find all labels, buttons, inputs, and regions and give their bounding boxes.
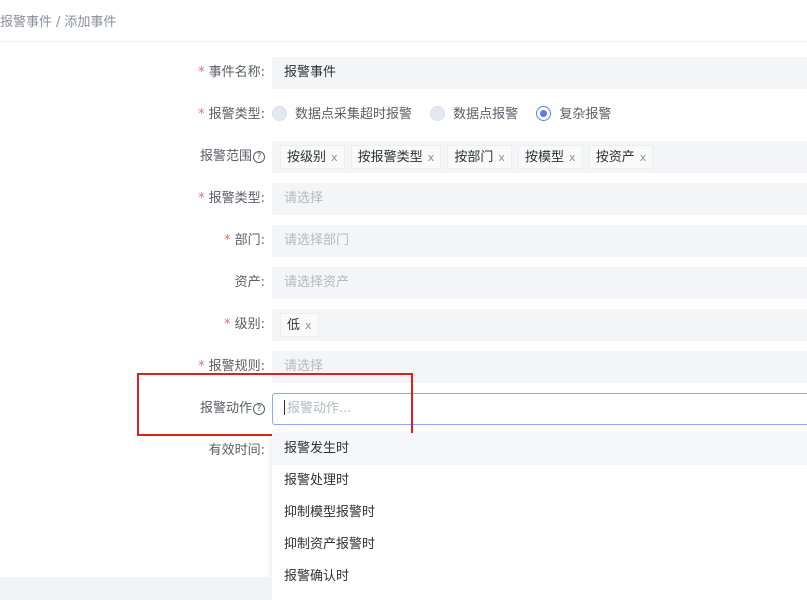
tag-close-icon[interactable]: x	[428, 151, 435, 164]
breadcrumb-separator: /	[56, 15, 61, 30]
level-tag: 低x	[280, 313, 319, 337]
radio-datapoint-alarm[interactable]: 数据点报警	[430, 99, 518, 131]
radio-circle-icon	[272, 106, 287, 121]
scope-tag: 按级别 x	[280, 145, 345, 169]
tag-close-icon[interactable]: x	[305, 319, 312, 332]
alarm-scope-label: 报警范围?	[200, 141, 265, 173]
footer-bar	[0, 577, 272, 600]
breadcrumb: 报警事件 / 添加事件	[0, 0, 807, 42]
alarm-type-label: * 报警类型:	[198, 191, 265, 206]
tag-close-icon[interactable]: x	[640, 151, 647, 164]
tag-close-icon[interactable]: x	[331, 151, 338, 164]
dropdown-item[interactable]: 抑制资产报警时	[272, 529, 807, 561]
breadcrumb-parent[interactable]: 报警事件	[0, 15, 52, 30]
form-row-level: * 级别: 低x	[0, 309, 807, 341]
alarm-scope-select[interactable]: 按级别 x 按报警类型 x 按部门 x 按模型 x 按资产 x	[272, 141, 807, 173]
department-select[interactable]: 请选择部门	[272, 225, 807, 257]
tag-close-icon[interactable]: x	[569, 151, 576, 164]
event-name-input[interactable]: 报警事件	[272, 57, 807, 89]
tag-close-icon[interactable]: x	[498, 151, 505, 164]
dropdown-item[interactable]: 报警确认时	[272, 561, 807, 593]
radio-checked-icon	[536, 106, 552, 121]
level-select[interactable]: 低x	[272, 309, 807, 341]
radio-timeout-alarm[interactable]: 数据点采集超时报警	[272, 99, 412, 131]
required-mark: *	[198, 65, 205, 80]
scope-tag: 按资产 x	[588, 145, 654, 169]
form-row-alarm-type: * 报警类型: 请选择	[0, 183, 807, 215]
required-mark: *	[224, 233, 231, 248]
alarm-kind-radio-group: 数据点采集超时报警 数据点报警 复杂报警	[272, 99, 625, 131]
radio-circle-icon	[430, 106, 446, 121]
alarm-action-dropdown: 报警发生时 报警处理时 抑制模型报警时 抑制资产报警时 报警确认时	[272, 433, 807, 600]
highlight-box	[137, 373, 413, 436]
required-mark: *	[198, 107, 205, 122]
asset-label: 资产:	[234, 275, 265, 290]
breadcrumb-current: 添加事件	[64, 15, 117, 30]
form-row-alarm-scope: 报警范围? 按级别 x 按报警类型 x 按部门 x 按模型 x 按资产 x	[0, 141, 807, 173]
alarm-kind-label: * 报警类型:	[198, 107, 265, 122]
dropdown-item[interactable]: 报警处理时	[272, 465, 807, 497]
event-name-label: * 事件名称:	[198, 65, 265, 80]
scope-tag: 按部门 x	[447, 145, 512, 169]
form-row-event-name: * 事件名称: 报警事件	[0, 57, 807, 89]
form-row-alarm-kind: * 报警类型: 数据点采集超时报警 数据点报警 复杂报警	[0, 99, 807, 131]
valid-time-label: 有效时间:	[208, 443, 265, 458]
asset-select[interactable]: 请选择资产	[272, 267, 807, 299]
radio-complex-alarm[interactable]: 复杂报警	[536, 99, 611, 131]
required-mark: *	[224, 317, 231, 332]
form-row-asset: 资产: 请选择资产	[0, 267, 807, 299]
required-mark: *	[198, 359, 205, 374]
department-label: * 部门:	[224, 233, 265, 248]
level-label: * 级别:	[224, 317, 265, 332]
dropdown-item[interactable]: 报警发生时	[272, 433, 807, 465]
dropdown-item[interactable]: 抑制模型报警时	[272, 497, 807, 529]
required-mark: *	[198, 191, 205, 206]
alarm-type-select[interactable]: 请选择	[272, 183, 807, 215]
help-icon[interactable]: ?	[253, 151, 265, 163]
scope-tag: 按模型 x	[518, 145, 583, 169]
scope-tag: 按报警类型 x	[350, 145, 442, 169]
form-row-department: * 部门: 请选择部门	[0, 225, 807, 257]
